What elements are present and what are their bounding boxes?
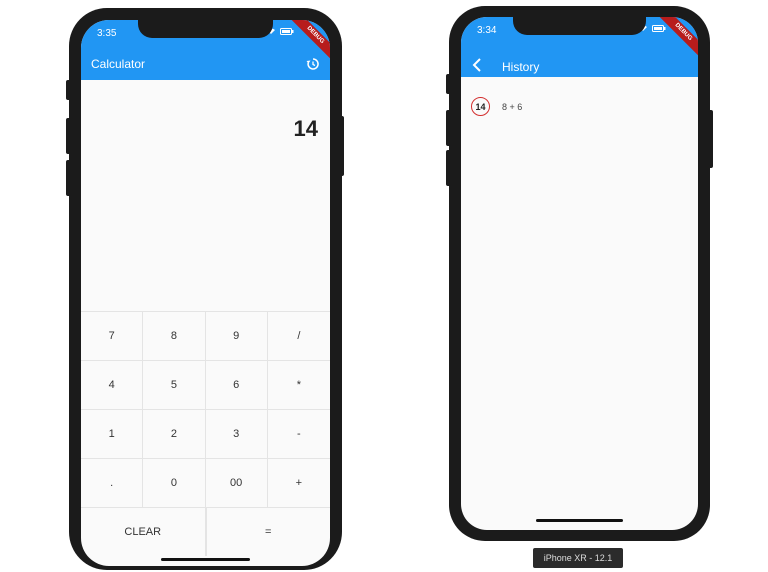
calculator-screen: 3:35 Calculator DEBUG 14 7 8 9/4 5 6 * 1 2 3-. 0 0… — [81, 20, 330, 566]
key-button[interactable]: 1 — [81, 410, 144, 459]
key-button[interactable]: 9 — [205, 312, 268, 361]
key-button[interactable]: * — [267, 361, 330, 410]
left-phone: 3:35 Calculator DEBUG 14 7 8 9/4 5 6 * 1 2 3-. 0 0… — [69, 8, 342, 570]
home-indicator — [536, 519, 623, 522]
keypad-bottom-row: CLEAR = — [81, 508, 330, 556]
key-button[interactable]: 7 — [81, 312, 144, 361]
key-button[interactable]: 0 — [143, 459, 206, 508]
key-button[interactable]: 4 — [81, 361, 144, 410]
history-result-badge: 14 — [471, 97, 490, 116]
history-icon[interactable] — [306, 57, 320, 71]
key-button[interactable]: 3 — [205, 410, 268, 459]
status-time: 3:34 — [477, 25, 497, 36]
key-button[interactable]: - — [267, 410, 330, 459]
key-button[interactable]: 5 — [143, 361, 206, 410]
key-button[interactable]: 6 — [205, 361, 268, 410]
history-item[interactable]: 14 8 + 6 — [471, 97, 522, 116]
back-arrow-icon[interactable] — [472, 58, 484, 72]
device-label: iPhone XR - 12.1 — [533, 548, 623, 568]
keypad: 7 8 9/4 5 6 * 1 2 3-. 0 00 + — [81, 311, 330, 508]
key-button[interactable]: / — [267, 312, 330, 361]
home-indicator — [161, 558, 250, 561]
history-expression: 8 + 6 — [502, 101, 523, 112]
page-title: History — [502, 60, 540, 74]
page-title: Calculator — [91, 57, 146, 71]
key-button[interactable]: 2 — [143, 410, 206, 459]
history-screen: 3:34 History DEBUG 14 8 + 6 — [461, 17, 698, 530]
equals-button[interactable]: = — [205, 508, 331, 556]
result-display: 14 — [293, 116, 318, 141]
right-phone: 3:34 History DEBUG 14 8 + 6 — [449, 6, 710, 541]
key-button[interactable]: + — [267, 459, 330, 508]
status-time: 3:35 — [97, 28, 117, 39]
battery-icon — [652, 24, 666, 32]
notch — [138, 20, 273, 38]
notch — [513, 17, 646, 35]
key-button[interactable]: 00 — [205, 459, 268, 508]
key-button[interactable]: . — [81, 459, 144, 508]
clear-button[interactable]: CLEAR — [81, 508, 206, 556]
key-button[interactable]: 8 — [143, 312, 206, 361]
battery-icon — [280, 27, 294, 35]
